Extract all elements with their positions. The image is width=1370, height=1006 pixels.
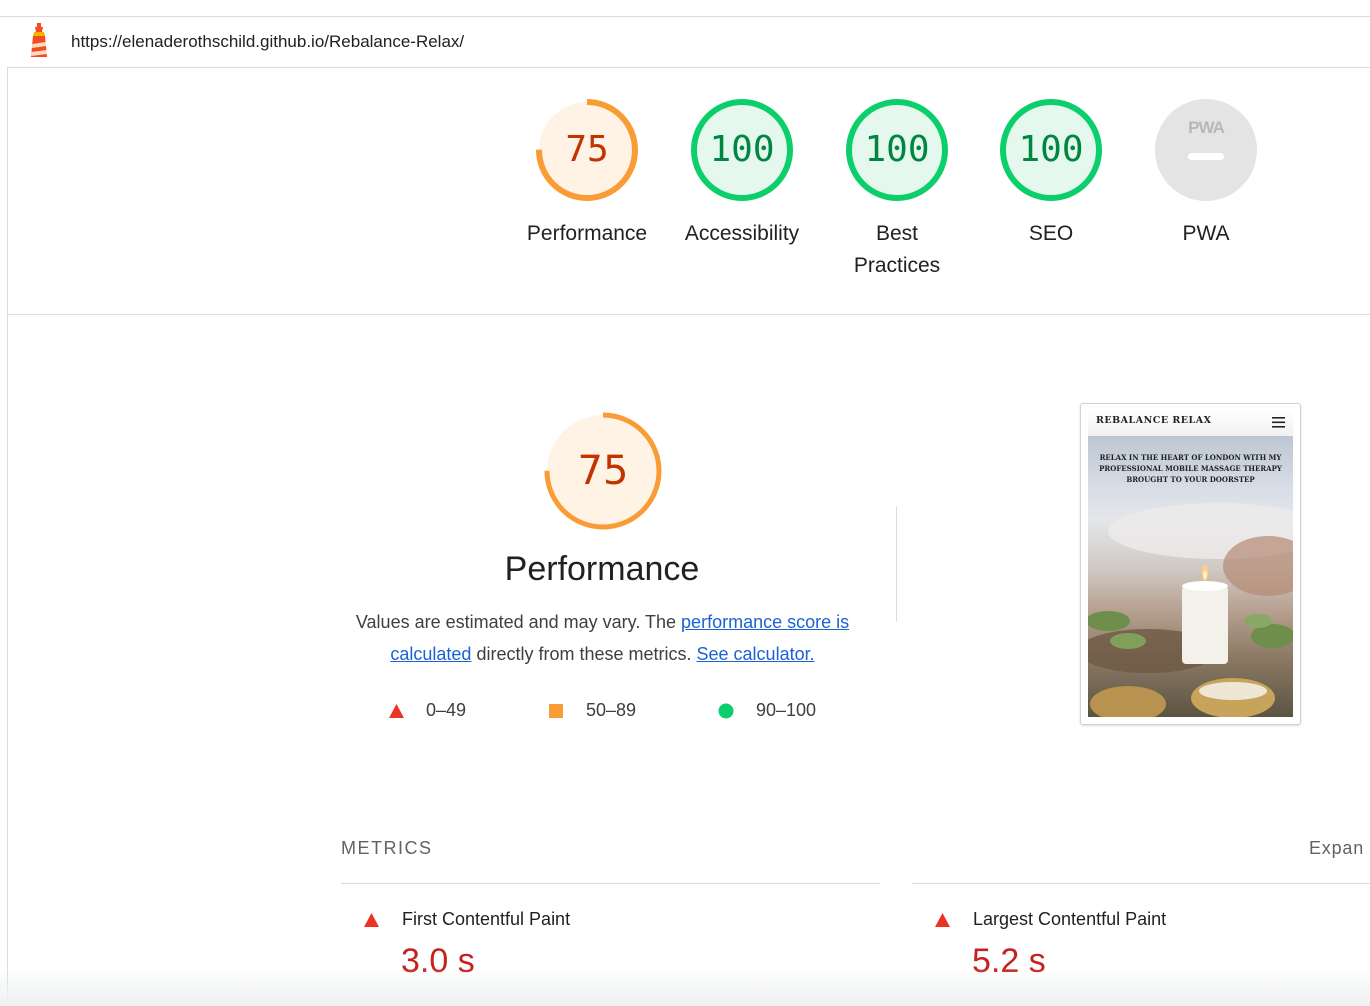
red-triangle-icon <box>364 913 379 927</box>
red-triangle-icon <box>935 913 950 927</box>
gauge-label-line-1: Best <box>875 222 919 245</box>
gauge-performance[interactable]: 75 <box>535 98 639 202</box>
metrics-heading: METRICS <box>341 838 433 858</box>
report-url[interactable]: https://elenaderothschild.github.io/Reba… <box>71 32 464 52</box>
gauge-label-accessibility: Accessibility <box>684 222 800 245</box>
gauge-seo[interactable]: 100 <box>999 98 1103 202</box>
metric-name-lcp: Largest Contentful Paint <box>973 909 1167 929</box>
gauge-best-practices[interactable]: 100 <box>845 98 949 202</box>
best-practices-score: 100 <box>864 129 930 170</box>
lighthouse-icon <box>31 23 47 57</box>
gauge-label-performance: Performance <box>526 222 648 245</box>
final-screenshot-thumbnail[interactable]: REBALANCE RELAX RELAX IN THE HEART OF LO… <box>1080 403 1301 725</box>
green-circle-icon <box>718 703 734 719</box>
expand-view-toggle[interactable]: Expan <box>1309 838 1364 859</box>
pwa-badge-icon <box>1155 99 1257 201</box>
accessibility-score: 100 <box>709 129 775 170</box>
performance-description: Values are estimated and may vary. The p… <box>340 606 865 670</box>
gauge-label-seo: SEO <box>1028 222 1074 245</box>
report-url-bar: https://elenaderothschild.github.io/Reba… <box>7 17 1370 68</box>
see-calculator-link[interactable]: See calculator. <box>697 644 815 664</box>
orange-square-icon <box>549 704 563 718</box>
candle-scene-image <box>1088 503 1293 717</box>
performance-score: 75 <box>565 129 609 170</box>
section-divider <box>7 314 1370 315</box>
metric-name-fcp: First Contentful Paint <box>402 909 571 929</box>
tab-strip <box>0 0 1370 17</box>
metrics-divider-left <box>341 883 880 884</box>
thumbnail-navbar: REBALANCE RELAX <box>1088 409 1293 436</box>
hamburger-menu-icon <box>1272 417 1285 428</box>
gauge-label-best-practices: Best Practices <box>822 218 972 282</box>
gauge-accessibility[interactable]: 100 <box>690 98 794 202</box>
description-prefix: Values are estimated and may vary. The <box>355 612 682 632</box>
left-border <box>7 17 8 1006</box>
legend-pass-range: 90–100 <box>756 700 817 720</box>
performance-detail-gauge: 75 <box>544 412 662 530</box>
gauge-pwa[interactable]: PWA <box>1154 98 1258 202</box>
description-middle: directly from these metrics. <box>471 644 697 664</box>
metrics-divider-right <box>912 883 1370 884</box>
gauge-label-pwa: PWA <box>1182 222 1230 245</box>
performance-heading: Performance <box>504 550 700 588</box>
thumbnail-brand: REBALANCE RELAX <box>1096 415 1212 426</box>
legend-fail-range: 0–49 <box>426 700 467 720</box>
pwa-badge-text: PWA <box>1188 118 1225 137</box>
bottom-fade <box>0 968 1370 1006</box>
legend-average-range: 50–89 <box>586 700 637 720</box>
vertical-divider <box>896 506 897 622</box>
performance-detail-score: 75 <box>577 448 629 494</box>
thumbnail-hero-image: RELAX IN THE HEART OF LONDON WITH MY PRO… <box>1088 436 1293 717</box>
seo-score: 100 <box>1018 129 1084 170</box>
red-triangle-icon <box>389 704 404 718</box>
gauge-label-line-2: Practices <box>853 254 941 277</box>
